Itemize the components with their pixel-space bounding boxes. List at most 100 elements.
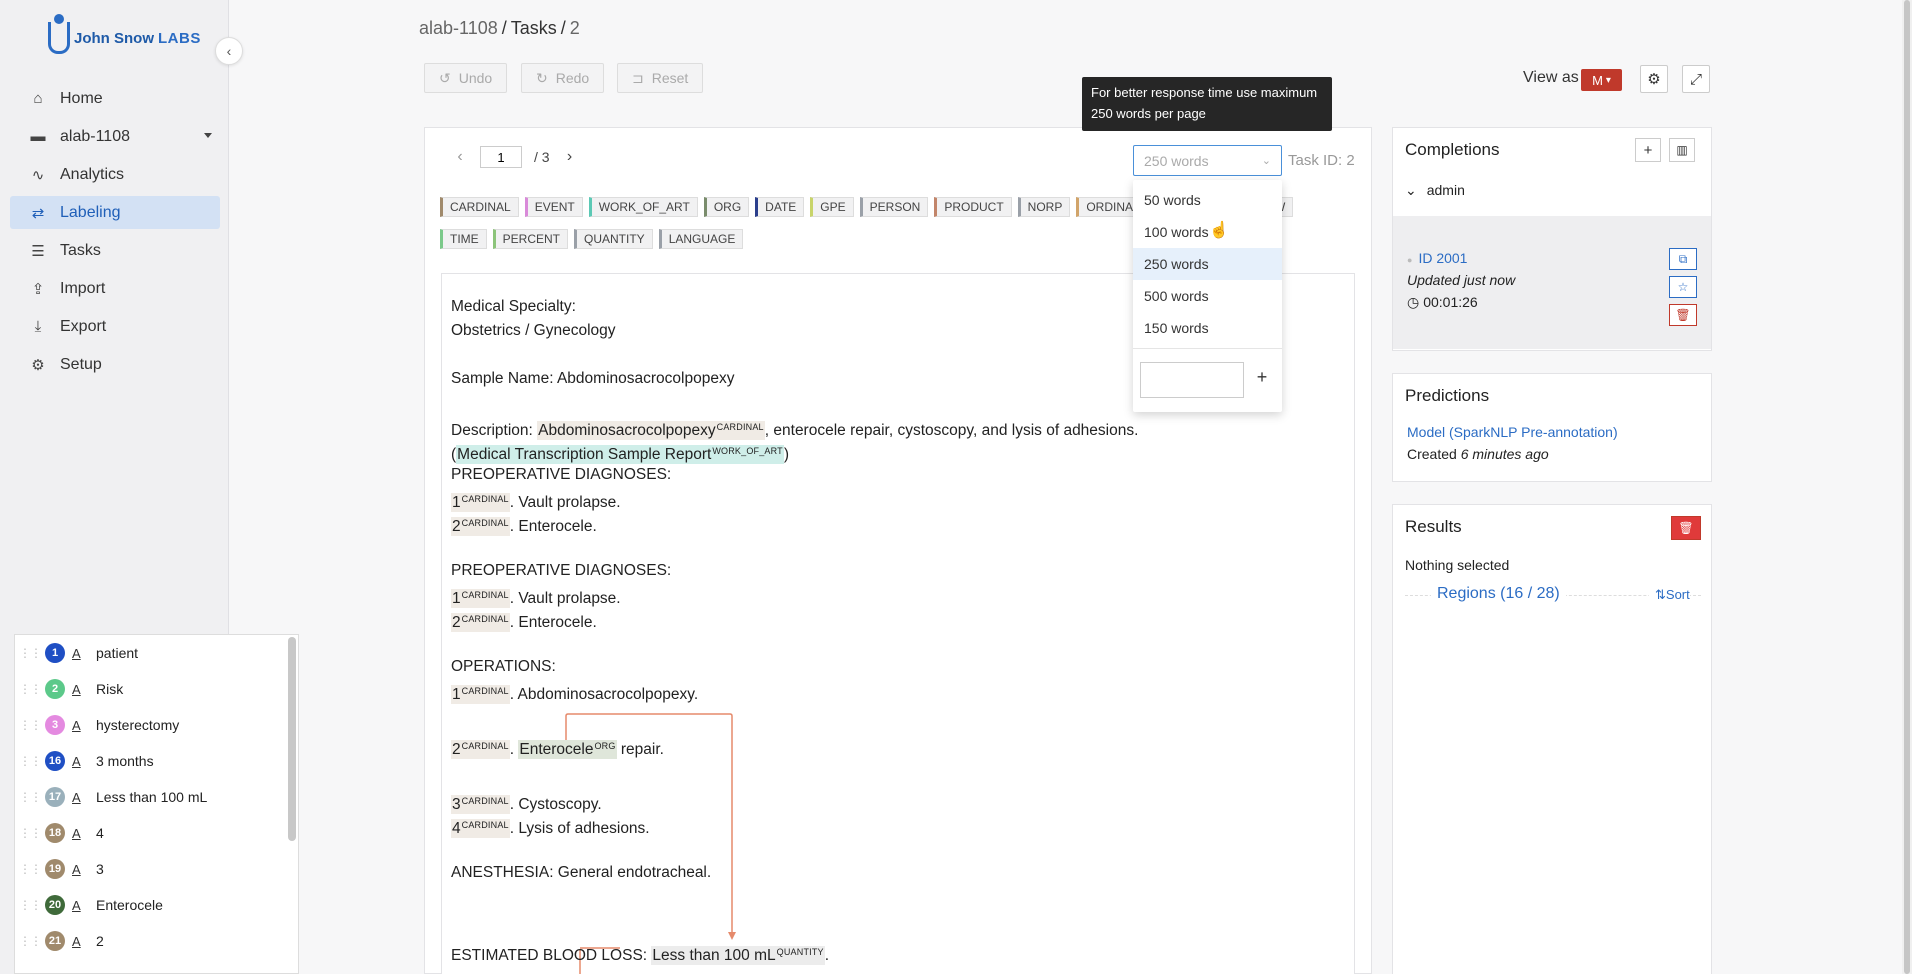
prediction-model-link[interactable]: Model (SparkNLP Pre-annotation) xyxy=(1407,424,1618,440)
label-tag[interactable]: ORG xyxy=(703,197,750,217)
region-item[interactable]: ⋮⋮ 1 Apatient xyxy=(15,635,298,671)
sidebar-nav: ⌂ Home ▬ alab-1108 ∿ Analytics ⇄ Labeling ☰ T… xyxy=(10,82,220,386)
fullscreen-button[interactable]: ⤢ xyxy=(1682,65,1710,93)
reset-button[interactable]: ⊐ Reset xyxy=(617,63,704,93)
entity-cardinal[interactable]: 1CARDINAL xyxy=(451,685,510,704)
label-tag[interactable]: DATE xyxy=(755,197,805,217)
label-tag[interactable]: PRODUCT xyxy=(934,197,1012,217)
drag-handle-icon[interactable]: ⋮⋮ xyxy=(15,646,45,660)
entity-quantity[interactable]: Less than 100 mLQUANTITY xyxy=(651,946,825,965)
add-completion-button[interactable]: + xyxy=(1635,138,1661,162)
region-item[interactable]: ⋮⋮ 20 A Enterocele xyxy=(15,887,298,923)
sidebar-item-analytics[interactable]: ∿ Analytics xyxy=(10,158,220,191)
text-type-icon: A xyxy=(72,717,81,733)
words-per-page-select[interactable]: 250 words ⌄ xyxy=(1133,145,1282,176)
label-tag[interactable]: CARDINAL xyxy=(440,197,519,217)
region-label: Risk xyxy=(96,681,124,697)
region-item[interactable]: ⋮⋮ 2 A Risk xyxy=(15,671,298,707)
entity-cardinal[interactable]: 3CARDINAL xyxy=(451,795,510,814)
sidebar-collapse-button[interactable]: ‹ xyxy=(215,37,243,65)
page-number-input[interactable] xyxy=(480,146,522,168)
sidebar-item-project[interactable]: ▬ alab-1108 xyxy=(10,120,220,153)
add-option-button[interactable]: + xyxy=(1252,367,1272,388)
sidebar-item-tasks[interactable]: ☰ Tasks xyxy=(10,234,220,267)
option-100-words[interactable]: 100 words xyxy=(1133,216,1282,248)
completion-id[interactable]: ID 2001 xyxy=(1418,250,1467,266)
sidebar-item-labeling[interactable]: ⇄ Labeling xyxy=(10,196,220,229)
region-item[interactable]: ⋮⋮ 19 A 3 xyxy=(15,851,298,887)
text-span: . Vault prolapse. xyxy=(509,494,621,511)
option-250-words[interactable]: 250 words xyxy=(1133,248,1282,280)
label-tag[interactable]: NORP xyxy=(1017,197,1071,217)
words-per-page-tooltip: For better response time use maximum 250… xyxy=(1082,77,1332,131)
entity-work-of-art[interactable]: Medical Transcription Sample ReportWORK_… xyxy=(456,445,784,464)
redo-button[interactable]: ↻ Redo xyxy=(521,63,605,93)
entity-cardinal[interactable]: 2CARDINAL xyxy=(451,517,510,536)
delete-results-button[interactable]: 🗑 xyxy=(1671,516,1701,540)
option-150-words[interactable]: 150 words xyxy=(1133,312,1282,344)
sidebar-item-import[interactable]: ⇪ Import xyxy=(10,272,220,305)
settings-button[interactable]: ⚙ xyxy=(1640,65,1668,93)
region-item[interactable]: ⋮⋮ 16 A 3 months xyxy=(15,743,298,779)
page-scrollbar-thumb[interactable] xyxy=(1904,0,1910,974)
drag-handle-icon[interactable]: ⋮⋮ xyxy=(15,790,45,804)
breadcrumb-tasks[interactable]: Tasks xyxy=(511,18,557,38)
sidebar-item-export[interactable]: ⤓ Export xyxy=(10,310,220,343)
label-tag[interactable]: PERSON xyxy=(859,197,929,217)
label-tag[interactable]: QUANTITY xyxy=(574,229,653,249)
undo-button[interactable]: ↺ Undo xyxy=(424,63,508,93)
option-50-words[interactable]: 50 words xyxy=(1133,184,1282,216)
completion-user: admin xyxy=(1426,182,1465,198)
entity-text: 2 xyxy=(452,518,461,535)
region-item[interactable]: ⋮⋮ 17 A Less than 100 mL xyxy=(15,779,298,815)
drag-handle-icon[interactable]: ⋮⋮ xyxy=(15,718,45,732)
option-500-words[interactable]: 500 words xyxy=(1133,280,1282,312)
sort-button[interactable]: ⇅Sort xyxy=(1649,587,1690,603)
custom-words-input[interactable] xyxy=(1140,362,1244,398)
prev-page-icon[interactable]: ‹ xyxy=(452,148,468,166)
next-page-icon[interactable]: › xyxy=(562,148,578,166)
entity-label: CARDINAL xyxy=(461,614,509,624)
region-item[interactable]: ⋮⋮ 3 Ahysterectomy xyxy=(15,707,298,743)
drag-handle-icon[interactable]: ⋮⋮ xyxy=(15,682,45,696)
entity-label: CARDINAL xyxy=(461,686,509,696)
completion-user-row[interactable]: ⌄ admin xyxy=(1405,182,1465,199)
words-per-page-value: 250 words xyxy=(1144,152,1209,169)
label-tag[interactable]: PERCENT xyxy=(492,229,569,249)
drag-handle-icon[interactable]: ⋮⋮ xyxy=(15,898,45,912)
entity-cardinal[interactable]: 1CARDINAL xyxy=(451,493,510,512)
drag-handle-icon[interactable]: ⋮⋮ xyxy=(15,934,45,948)
completion-card[interactable]: ● ID 2001 Updated just now ◷ 00:01:26 ⧉ ☆ … xyxy=(1393,216,1711,349)
view-as-label: View as xyxy=(1523,69,1579,86)
sidebar-item-setup[interactable]: ⚙ Setup xyxy=(10,348,220,381)
region-item[interactable]: ⋮⋮ 18 A 4 xyxy=(15,815,298,851)
view-as-dropdown[interactable]: M ▾ xyxy=(1581,69,1622,91)
sidebar-item-home[interactable]: ⌂ Home xyxy=(10,82,220,115)
drag-handle-icon[interactable]: ⋮⋮ xyxy=(15,862,45,876)
star-completion-button[interactable]: ☆ xyxy=(1669,276,1697,298)
label-tag[interactable]: WORK_OF_ART xyxy=(588,197,698,217)
delete-completion-button[interactable]: 🗑 xyxy=(1669,304,1697,326)
region-label: hysterectomy xyxy=(96,717,180,733)
entity-org[interactable]: EnteroceleORG xyxy=(518,740,617,759)
drag-handle-icon[interactable]: ⋮⋮ xyxy=(15,754,45,768)
entity-cardinal[interactable]: 4CARDINAL xyxy=(451,819,510,838)
copy-completion-button[interactable]: ⧉ xyxy=(1669,248,1697,270)
regions-toggle[interactable]: Regions (16 / 28) xyxy=(1431,585,1566,603)
compare-completions-button[interactable]: ▥ xyxy=(1669,138,1695,162)
label-tag[interactable]: GPE xyxy=(810,197,854,217)
drag-handle-icon[interactable]: ⋮⋮ xyxy=(15,826,45,840)
page-scrollbar[interactable] xyxy=(1902,0,1912,974)
breadcrumb-project[interactable]: alab-1108 xyxy=(419,18,498,38)
label-tag[interactable]: EVENT xyxy=(524,197,583,217)
text-span: . Lysis of adhesions. xyxy=(509,820,650,837)
entity-cardinal[interactable]: 2CARDINAL xyxy=(451,740,510,759)
entity-cardinal[interactable]: 1CARDINAL xyxy=(451,589,510,608)
prediction-created: Created 6 minutes ago xyxy=(1407,446,1549,462)
brand-logo[interactable]: John Snow LABS xyxy=(48,14,201,54)
label-tag[interactable]: TIME xyxy=(440,229,487,249)
entity-cardinal[interactable]: AbdominosacrocolpopexyCARDINAL xyxy=(537,421,765,440)
entity-cardinal[interactable]: 2CARDINAL xyxy=(451,613,510,632)
label-tag[interactable]: LANGUAGE xyxy=(658,229,744,249)
region-item[interactable]: ⋮⋮ 21 A 2 xyxy=(15,923,298,959)
